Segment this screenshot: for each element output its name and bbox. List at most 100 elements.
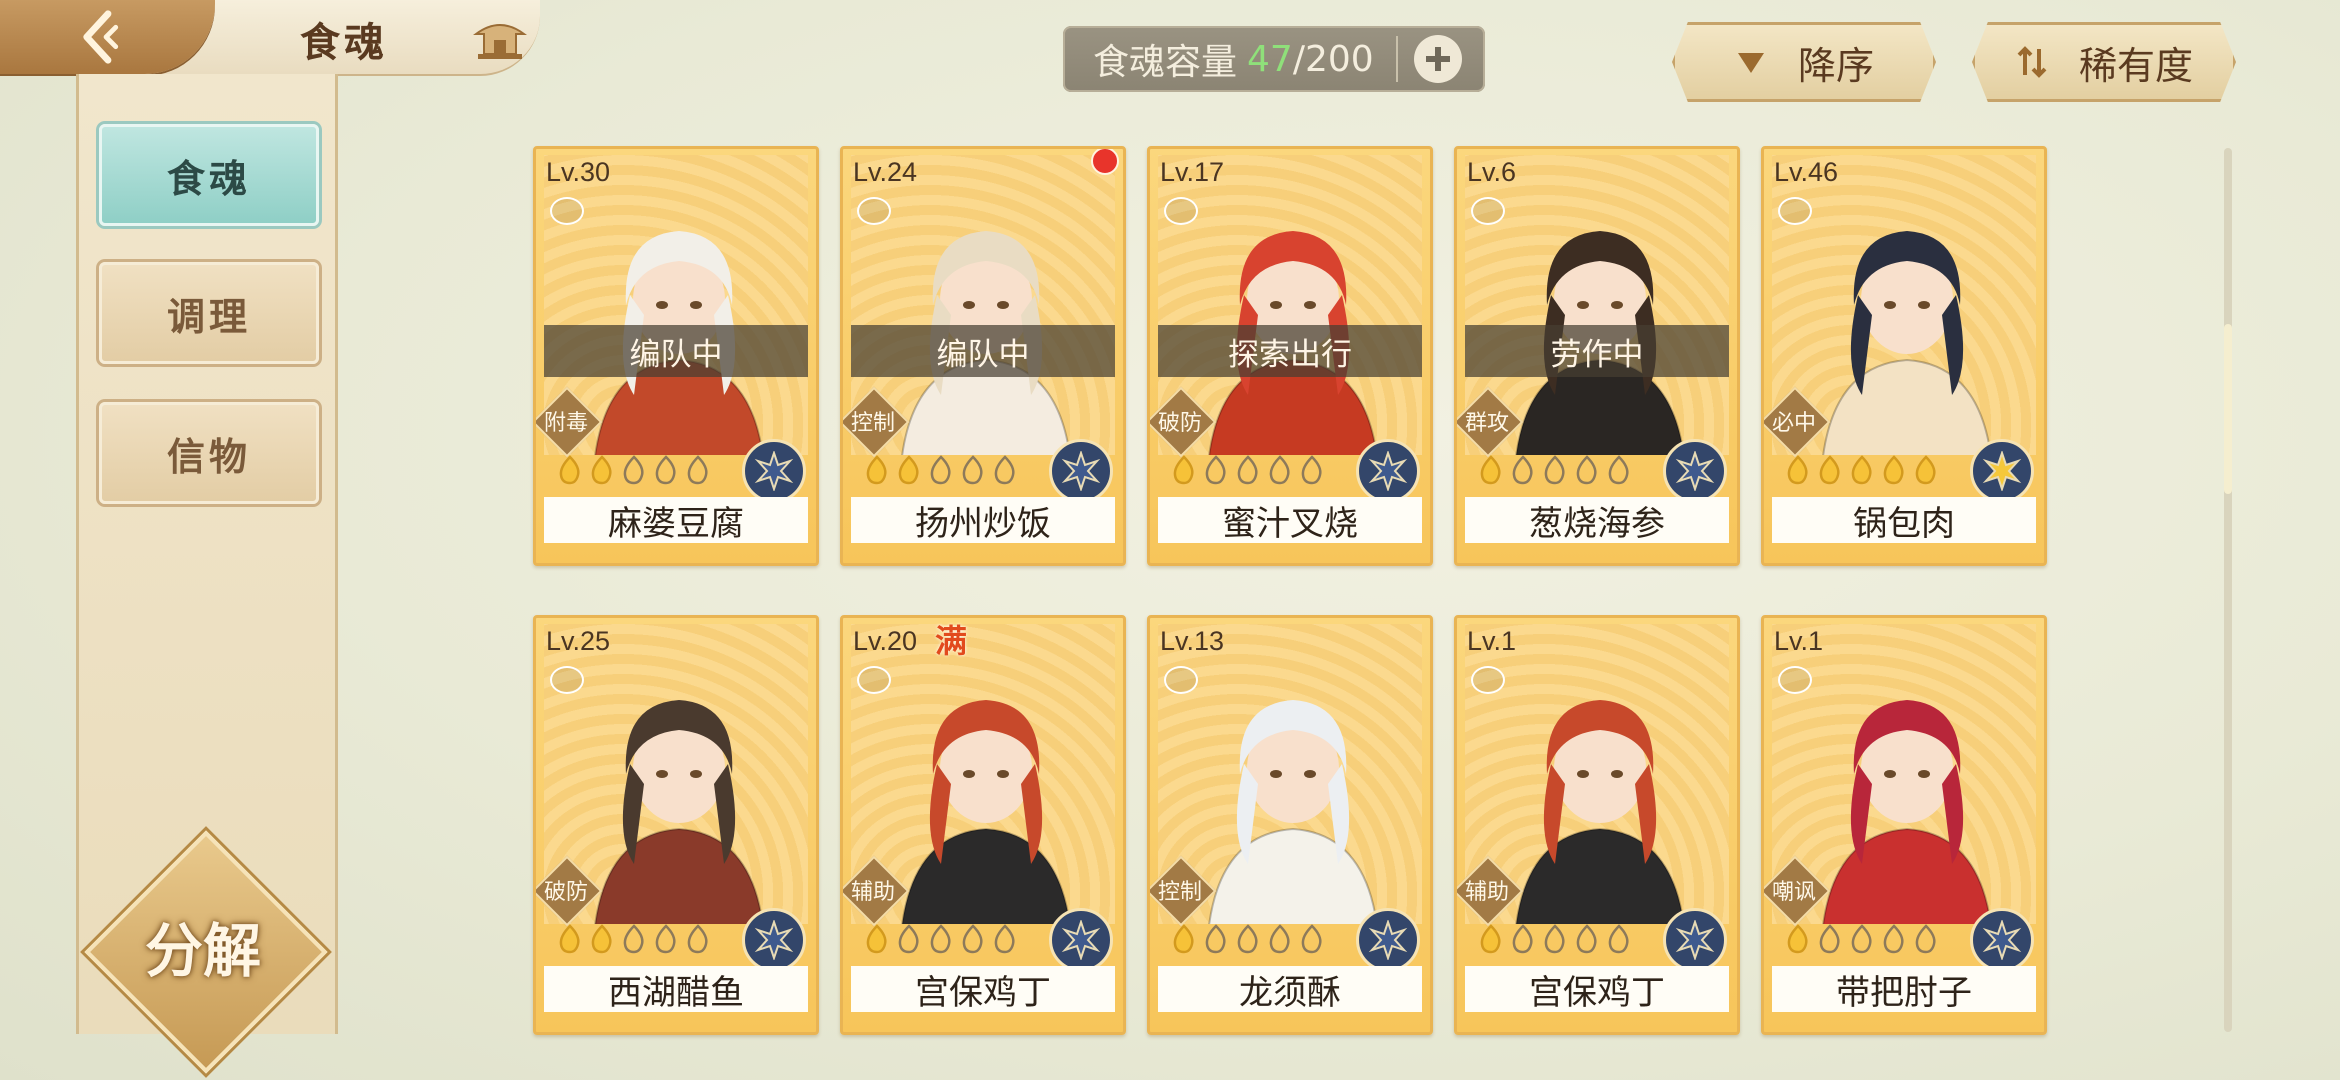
flame-star-icon [962, 455, 983, 485]
star-rating [1170, 922, 1370, 956]
flame-star-icon [898, 455, 919, 485]
sort-rarity-label: 稀有度 [2078, 43, 2193, 88]
capacity-bar: 食魂容量 47 /200 [1063, 26, 1485, 92]
food-soul-card[interactable]: Lv.17 探索出行 破防 蜜汁叉烧 [1147, 146, 1433, 566]
role-badge: 必中 [1764, 386, 1831, 458]
capacity-current: 47 [1247, 38, 1293, 80]
element-icon [1982, 920, 2022, 960]
role-badge: 破防 [536, 855, 603, 927]
flame-star-icon [866, 924, 887, 954]
role-badge: 群攻 [1457, 386, 1524, 458]
role-label: 嘲讽 [1771, 880, 1816, 905]
flame-star-icon [1512, 924, 1533, 954]
slot-icon [1164, 666, 1198, 694]
element-icon [1368, 920, 1408, 960]
food-soul-name: 宫保鸡丁 [1465, 966, 1729, 1013]
food-soul-card[interactable]: Lv.25 破防 西湖醋鱼 [533, 615, 819, 1035]
food-soul-card[interactable]: Lv.6 劳作中 群攻 葱烧海参 [1454, 146, 1740, 566]
tab-food-souls[interactable]: 食魂 [99, 124, 319, 226]
food-soul-name: 锅包肉 [1772, 497, 2036, 544]
capacity-divider [1395, 36, 1398, 82]
sort-descending-button[interactable]: 降序 [1672, 22, 1936, 102]
element-badge [1049, 908, 1113, 972]
role-label: 破防 [1157, 411, 1202, 436]
food-soul-card[interactable]: Lv.46 必中锅包肉 [1761, 146, 2047, 566]
food-soul-name: 扬州炒饭 [851, 497, 1115, 544]
flame-star-icon [1237, 455, 1258, 485]
food-soul-name: 西湖醋鱼 [544, 966, 808, 1013]
role-badge: 控制 [1150, 855, 1217, 927]
food-soul-name: 宫保鸡丁 [851, 966, 1115, 1013]
star-rating [863, 453, 1063, 487]
character-portrait [901, 700, 1071, 924]
flame-star-icon [655, 924, 676, 954]
flame-star-icon [559, 455, 580, 485]
character-portrait [1822, 231, 1992, 455]
full-badge: 满 [935, 622, 968, 660]
star-rating [1170, 453, 1370, 487]
slot-icon [550, 666, 584, 694]
sort-rarity-icon [2017, 46, 2047, 78]
slot-icon [1778, 197, 1812, 225]
flame-star-icon [962, 924, 983, 954]
status-banner: 编队中 [544, 325, 808, 377]
tab-cultivation-label: 调理 [166, 294, 251, 339]
food-soul-card[interactable]: Lv.1 辅助 宫保鸡丁 [1454, 615, 1740, 1035]
element-badge [1663, 439, 1727, 503]
role-badge: 辅助 [1457, 855, 1524, 927]
flame-star-icon [1480, 455, 1501, 485]
flame-star-icon [1851, 924, 1872, 954]
plus-icon [1425, 47, 1450, 71]
capacity-max: /200 [1292, 38, 1374, 80]
title-tab: 食魂 [0, 0, 540, 76]
back-button[interactable] [0, 0, 215, 74]
food-soul-card[interactable]: Lv.30 编队中 附毒 麻婆豆腐 [533, 146, 819, 566]
element-icon [754, 920, 794, 960]
flame-star-icon [687, 924, 708, 954]
food-soul-card[interactable]: Lv.20 辅助宫保鸡丁 满 [840, 615, 1126, 1035]
slot-icon [1164, 197, 1198, 225]
flame-star-icon [1301, 924, 1322, 954]
element-icon [1982, 451, 2022, 491]
level-label: Lv.30 [546, 157, 611, 187]
slot-icon [1471, 197, 1505, 225]
star-rating [1477, 922, 1677, 956]
flame-star-icon [930, 455, 951, 485]
flame-star-icon [1851, 455, 1872, 485]
element-icon [1368, 451, 1408, 491]
element-icon [1061, 920, 1101, 960]
tab-tokens[interactable]: 信物 [99, 402, 319, 504]
food-soul-name: 龙须酥 [1158, 966, 1422, 1013]
flame-star-icon [1576, 455, 1597, 485]
role-badge: 控制 [843, 386, 910, 458]
flame-star-icon [1480, 924, 1501, 954]
flame-star-icon [1883, 924, 1904, 954]
food-soul-card[interactable]: Lv.24 编队中 控制 扬州炒饭 [840, 146, 1126, 566]
flame-star-icon [1237, 924, 1258, 954]
food-soul-card[interactable]: Lv.1 嘲讽 带把肘子 [1761, 615, 2047, 1035]
scrollbar-thumb[interactable] [2224, 324, 2232, 494]
role-badge: 辅助 [843, 855, 910, 927]
flame-star-icon [1205, 924, 1226, 954]
scrollbar[interactable] [2224, 148, 2232, 1032]
flame-star-icon [1205, 455, 1226, 485]
flame-star-icon [898, 924, 919, 954]
food-soul-card[interactable]: Lv.13 控制 龙须酥 [1147, 615, 1433, 1035]
status-banner: 编队中 [851, 325, 1115, 377]
level-label: Lv.1 [1774, 626, 1824, 656]
sort-desc-icon [1737, 53, 1764, 73]
level-label: Lv.46 [1774, 157, 1839, 187]
sort-rarity-button[interactable]: 稀有度 [1972, 22, 2236, 102]
slot-icon [857, 666, 891, 694]
expand-capacity-button[interactable] [1413, 35, 1462, 83]
tab-cultivation[interactable]: 调理 [99, 262, 319, 364]
element-badge [1356, 439, 1420, 503]
level-label: Lv.20 [853, 626, 918, 656]
role-label: 破防 [543, 880, 588, 905]
flame-star-icon [591, 455, 612, 485]
element-badge [1970, 908, 2034, 972]
role-label: 必中 [1771, 411, 1816, 436]
element-badge [1970, 439, 2034, 503]
character-portrait [1822, 700, 1992, 924]
character-portrait [1515, 700, 1685, 924]
